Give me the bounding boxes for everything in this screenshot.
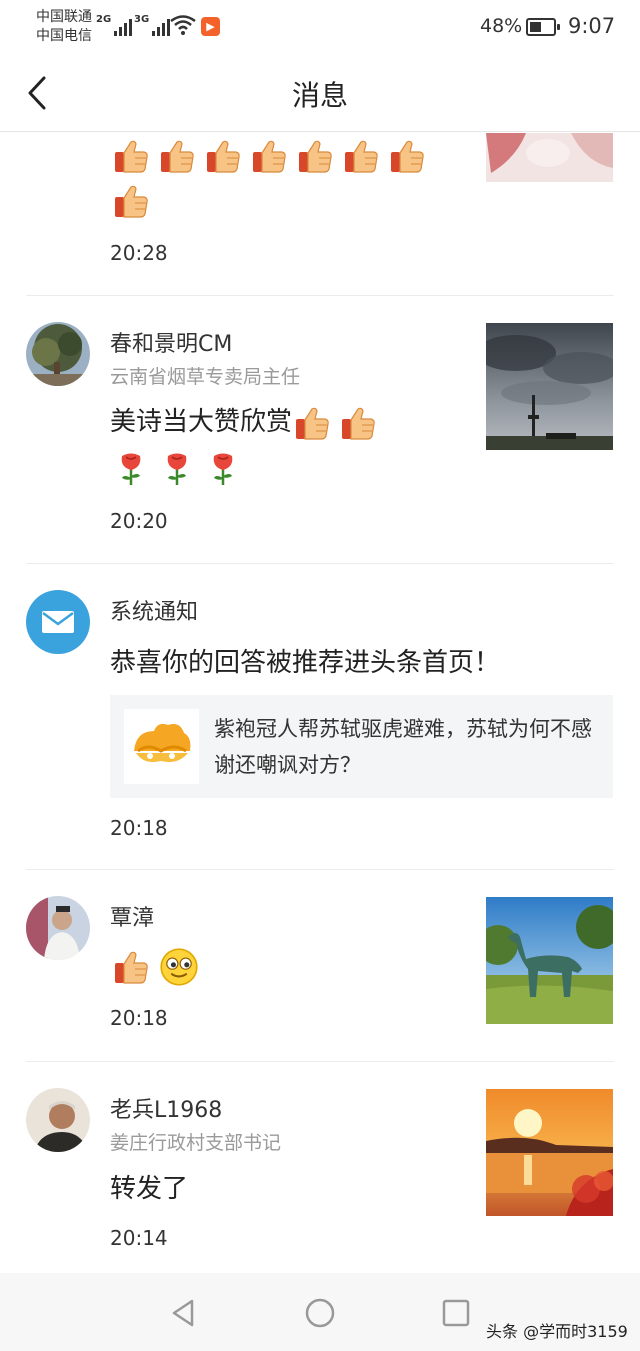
rose-icon	[205, 450, 241, 486]
thumbs-up-icon	[340, 405, 376, 441]
post-thumbnail[interactable]	[486, 897, 613, 1024]
sender-name: 系统通知	[110, 600, 199, 625]
thumbs-up-icon	[205, 138, 241, 174]
emoji-row	[113, 947, 209, 987]
battery-icon	[526, 18, 560, 36]
rose-icon	[113, 450, 149, 486]
thumbs-up-icon	[113, 183, 149, 219]
rose-icon	[159, 450, 195, 486]
sender-name[interactable]: 春和景明CM	[110, 326, 232, 358]
system-mail-icon	[26, 590, 90, 654]
message-text: 恭喜你的回答被推荐进头条首页！	[110, 648, 501, 678]
post-thumbnail[interactable]	[486, 1089, 613, 1216]
message-item[interactable]: 20:28	[0, 133, 640, 295]
signal-2-icon: 3G	[134, 14, 171, 36]
article-icon	[124, 709, 199, 784]
home-circle-icon[interactable]	[304, 1297, 336, 1329]
thumbs-up-icon	[113, 138, 149, 174]
message-time: 20:28	[110, 241, 168, 265]
carrier-2: 中国电信	[36, 28, 92, 44]
message-item[interactable]: 春和景明CM 云南省烟草专卖局主任 美诗当大赞欣赏 20:20	[0, 295, 640, 563]
carrier-1: 中国联通	[36, 9, 92, 25]
sender-name[interactable]: 老兵L1968	[110, 1092, 222, 1124]
header: 消息	[0, 54, 640, 132]
message-time: 20:18	[110, 816, 168, 840]
thumbs-up-icon	[251, 138, 287, 174]
thumbs-up-icon	[389, 138, 425, 174]
message-time: 20:18	[110, 1006, 168, 1030]
thumbs-up-icon	[159, 138, 195, 174]
message-time: 20:14	[110, 1226, 168, 1250]
sender-subtitle: 云南省烟草专卖局主任	[110, 366, 301, 388]
network-2-label: 3G	[134, 14, 150, 25]
sender-name[interactable]: 覃漳	[110, 900, 154, 932]
emoji-row	[113, 138, 435, 174]
thumbs-up-icon	[297, 138, 333, 174]
system-notification-item[interactable]: 系统通知 恭喜你的回答被推荐进头条首页！ 紫袍冠人帮苏轼驱虎避难，苏轼为何不感谢…	[0, 563, 640, 869]
signal-1-icon: 2G	[96, 14, 133, 36]
emoji-row	[113, 183, 159, 219]
article-card[interactable]: 紫袍冠人帮苏轼驱虎避难，苏轼为何不感谢还嘲讽对方？	[110, 695, 613, 798]
status-bar: 中国联通 中国电信 2G 3G ▶ 48% 9:07	[0, 0, 640, 54]
watermark: 头条 @学而时3159	[486, 1322, 628, 1341]
thumbs-up-icon	[294, 405, 330, 441]
page-title: 消息	[291, 79, 348, 112]
clock: 9:07	[568, 14, 616, 38]
back-triangle-icon[interactable]	[168, 1297, 200, 1329]
recents-square-icon[interactable]	[440, 1297, 472, 1329]
message-item[interactable]: 覃漳 20:18	[0, 869, 640, 1061]
message-text: 转发了	[110, 1174, 189, 1204]
avatar[interactable]	[26, 896, 90, 960]
message-time: 20:20	[110, 509, 168, 533]
emoji-row	[113, 450, 251, 486]
thumbs-up-icon	[343, 138, 379, 174]
message-list[interactable]: 20:28 春和景明CM 云南省烟草专卖局主任 美诗当大赞欣赏 20:20 系统…	[0, 133, 640, 1273]
message-item[interactable]: 老兵L1968 姜庄行政村支部书记 转发了 20:14	[0, 1061, 640, 1273]
carrier-labels: 中国联通 中国电信	[36, 8, 92, 46]
avatar[interactable]	[26, 1088, 90, 1152]
avatar[interactable]	[26, 322, 90, 386]
thumbs-up-icon	[113, 949, 149, 985]
wifi-icon	[170, 15, 196, 35]
message-body: 美诗当大赞欣赏	[110, 407, 293, 437]
battery-percent: 48%	[480, 15, 523, 37]
network-1-label: 2G	[96, 14, 112, 25]
article-title: 紫袍冠人帮苏轼驱虎避难，苏轼为何不感谢还嘲讽对方？	[214, 717, 592, 777]
sender-subtitle: 姜庄行政村支部书记	[110, 1132, 282, 1154]
post-thumbnail[interactable]	[486, 323, 613, 450]
message-text: 美诗当大赞欣赏	[110, 403, 386, 441]
app-notification-icon: ▶	[201, 17, 220, 36]
post-thumbnail[interactable]	[486, 133, 613, 182]
smiley-icon	[159, 947, 199, 987]
